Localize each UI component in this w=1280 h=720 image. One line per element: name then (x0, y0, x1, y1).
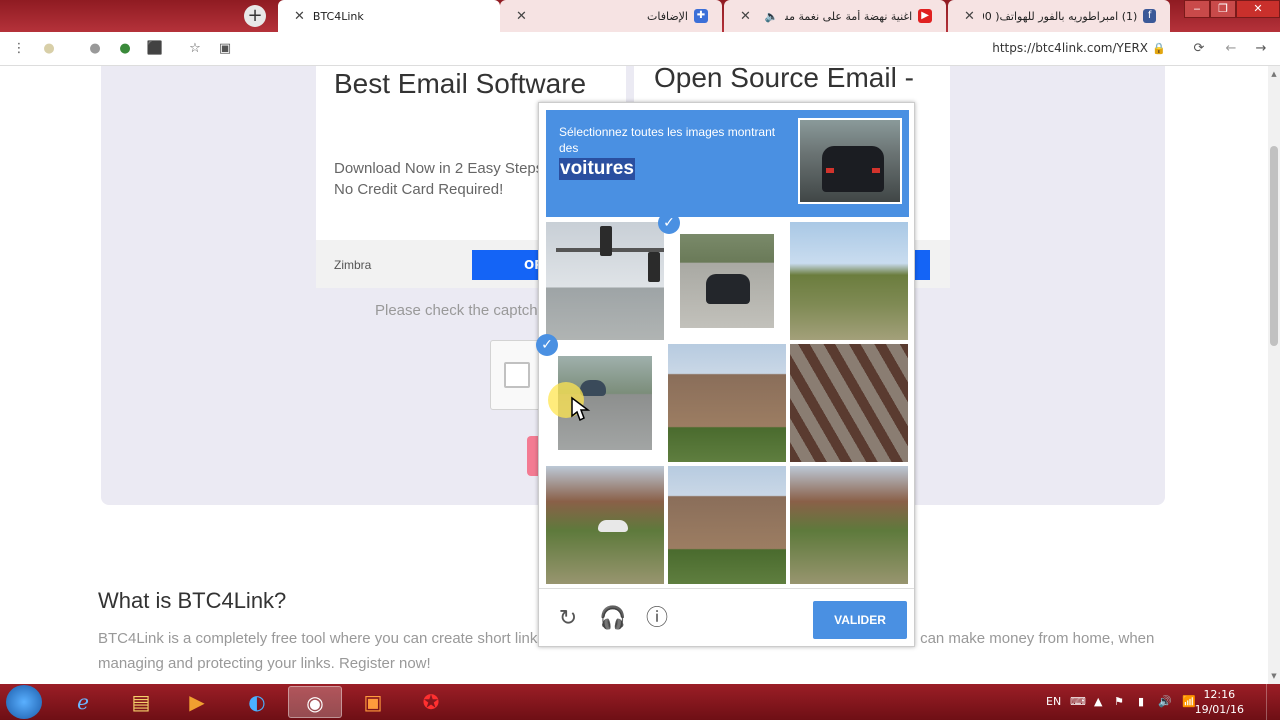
recaptcha-checkbox[interactable] (504, 362, 530, 388)
tile-image (790, 222, 908, 340)
scroll-down-icon[interactable]: ▼ (1270, 672, 1278, 680)
close-tab-icon[interactable]: ✕ (740, 9, 751, 24)
audio-icon[interactable]: 🎧 (599, 606, 626, 632)
windows-taskbar: ℯ ▤ ▶ ◐ ◉ ▣ ✪ EN ⌨ ▲ ⚑ ▮ 🔊 📶 12:16 19/01… (0, 684, 1280, 720)
menu-dots-icon[interactable]: ⋮ (10, 40, 28, 58)
sample-car (822, 146, 884, 192)
internet-explorer-icon[interactable]: ℯ (56, 686, 110, 718)
challenge-target: voitures (559, 158, 635, 180)
game-icon[interactable]: ✪ (404, 686, 458, 718)
clock[interactable]: 12:16 19/01/16 (1195, 687, 1244, 717)
grid-tile[interactable] (546, 222, 664, 340)
tile-image (546, 466, 664, 584)
keyboard-icon[interactable]: ⌨ (1070, 684, 1086, 720)
section-title: What is BTC4Link? (98, 588, 287, 613)
tab-youtube[interactable]: ▶ اغنية نهضة أمة على نغمة مسلسل قيامة 🔈 … (724, 0, 946, 32)
challenge-header: Sélectionnez toutes les images montrant … (546, 110, 909, 217)
action-center-icon[interactable]: ⚑ (1114, 684, 1124, 720)
browser-tab-bar: + ✕ BTC4Link ✚ الإضافات ✕ ▶ اغنية نهضة أ… (0, 0, 1280, 32)
tab-extensions[interactable]: ✚ الإضافات ✕ (500, 0, 722, 32)
gmail-icon[interactable]: ● (86, 40, 104, 58)
checkmark-icon: ✓ (536, 334, 558, 356)
challenge-instruction: Sélectionnez toutes les images montrant … (559, 125, 776, 155)
tab-title: الإضافات (647, 9, 688, 23)
ad-description: Download Now in 2 Easy Steps. No Credit … (334, 160, 548, 198)
hand-cursor-icon (571, 396, 591, 422)
reload-icon[interactable]: ↻ (555, 606, 581, 632)
chrome-icon[interactable]: ◉ (288, 686, 342, 718)
back-icon[interactable]: ← (1222, 40, 1240, 58)
minimize-icon[interactable]: ‒ (1184, 0, 1210, 18)
forward-icon[interactable]: → (1252, 40, 1270, 58)
youtube-icon: ▶ (918, 9, 932, 23)
grid-tile[interactable] (668, 344, 786, 462)
tile-image (790, 344, 908, 462)
extension-icon[interactable]: ● (40, 40, 58, 58)
ad-brand: Zimbra (334, 258, 372, 272)
show-desktop-button[interactable] (1266, 684, 1280, 720)
grid-tile[interactable] (790, 344, 908, 462)
grid-tile[interactable]: ✓ (658, 212, 786, 340)
challenge-footer: ↻ 🎧 ⓘ VALIDER (539, 588, 914, 646)
clock-date: 19/01/16 (1194, 703, 1244, 716)
globe-extension-icon[interactable]: ● (116, 40, 134, 58)
scroll-thumb[interactable] (1270, 146, 1278, 346)
close-tab-icon[interactable]: ✕ (964, 9, 975, 24)
clock-time: 12:16 (1203, 688, 1236, 701)
file-explorer-icon[interactable]: ▤ (114, 686, 168, 718)
language-indicator[interactable]: EN (1046, 684, 1061, 720)
scroll-up-icon[interactable]: ▲ (1270, 70, 1278, 78)
tile-image (790, 466, 908, 584)
lock-icon: 🔒 (1152, 42, 1166, 55)
battery-icon[interactable]: ▮ (1138, 684, 1144, 720)
facebook-icon: f (1143, 9, 1156, 23)
star-icon[interactable]: ☆ (186, 40, 204, 58)
puzzle-icon: ✚ (694, 9, 708, 23)
grid-tile[interactable] (668, 466, 786, 584)
grid-tile[interactable] (546, 466, 664, 584)
checkmark-icon: ✓ (658, 212, 680, 234)
browser-toolbar: ⋮ ● ● ● ⬛ ☆ ▣ https://btc4link.com/YERX … (0, 32, 1280, 66)
page-info-icon[interactable]: ▣ (216, 40, 234, 58)
tab-title: BTC4Link (312, 9, 364, 23)
translate-icon[interactable]: ⬛ (146, 40, 164, 58)
address-bar[interactable]: https://btc4link.com/YERX (992, 41, 1148, 55)
close-tab-icon[interactable]: ✕ (516, 9, 527, 24)
grid-tile[interactable] (790, 222, 908, 340)
tab-title: (1) امبراطوريه بالفور للهواتف( 2000 (ne (983, 9, 1138, 23)
tile-image (680, 234, 774, 328)
tile-image (546, 222, 664, 340)
validate-button[interactable]: VALIDER (813, 601, 907, 639)
ad-title: Best Email Software (334, 68, 587, 99)
start-button[interactable] (6, 685, 42, 719)
grid-tile[interactable] (790, 466, 908, 584)
reload-page-icon[interactable]: ⟳ (1190, 40, 1208, 58)
tile-image (668, 344, 786, 462)
new-tab-button[interactable]: + (244, 5, 266, 27)
tab-title: اغنية نهضة أمة على نغمة مسلسل قيامة (785, 9, 913, 23)
maximize-icon[interactable]: ❐ (1210, 0, 1236, 18)
tray-expand-icon[interactable]: ▲ (1094, 684, 1102, 720)
media-player-icon[interactable]: ▶ (170, 686, 224, 718)
volume-icon[interactable]: 🔊 (1158, 684, 1172, 720)
tile-image (668, 466, 786, 584)
window-controls: ‒ ❐ ✕ (1184, 0, 1280, 18)
tab-facebook[interactable]: f (1) امبراطوريه بالفور للهواتف( 2000 (n… (948, 0, 1170, 32)
window-close-icon[interactable]: ✕ (1236, 0, 1280, 18)
image-grid: ✓ ✓ (536, 212, 909, 585)
ccleaner-icon[interactable]: ◐ (230, 686, 284, 718)
close-tab-icon[interactable]: ✕ (294, 9, 305, 24)
tab-btc4link[interactable]: ✕ BTC4Link (278, 0, 500, 32)
page-scrollbar[interactable]: ▲ ▼ (1268, 66, 1280, 684)
speaker-icon: 🔈 (764, 9, 779, 23)
info-icon[interactable]: ⓘ (644, 606, 670, 632)
sample-image (798, 118, 902, 204)
ad-open-button[interactable] (914, 250, 930, 280)
recorder-icon[interactable]: ▣ (346, 686, 400, 718)
captcha-challenge: Sélectionnez toutes les images montrant … (536, 102, 915, 647)
